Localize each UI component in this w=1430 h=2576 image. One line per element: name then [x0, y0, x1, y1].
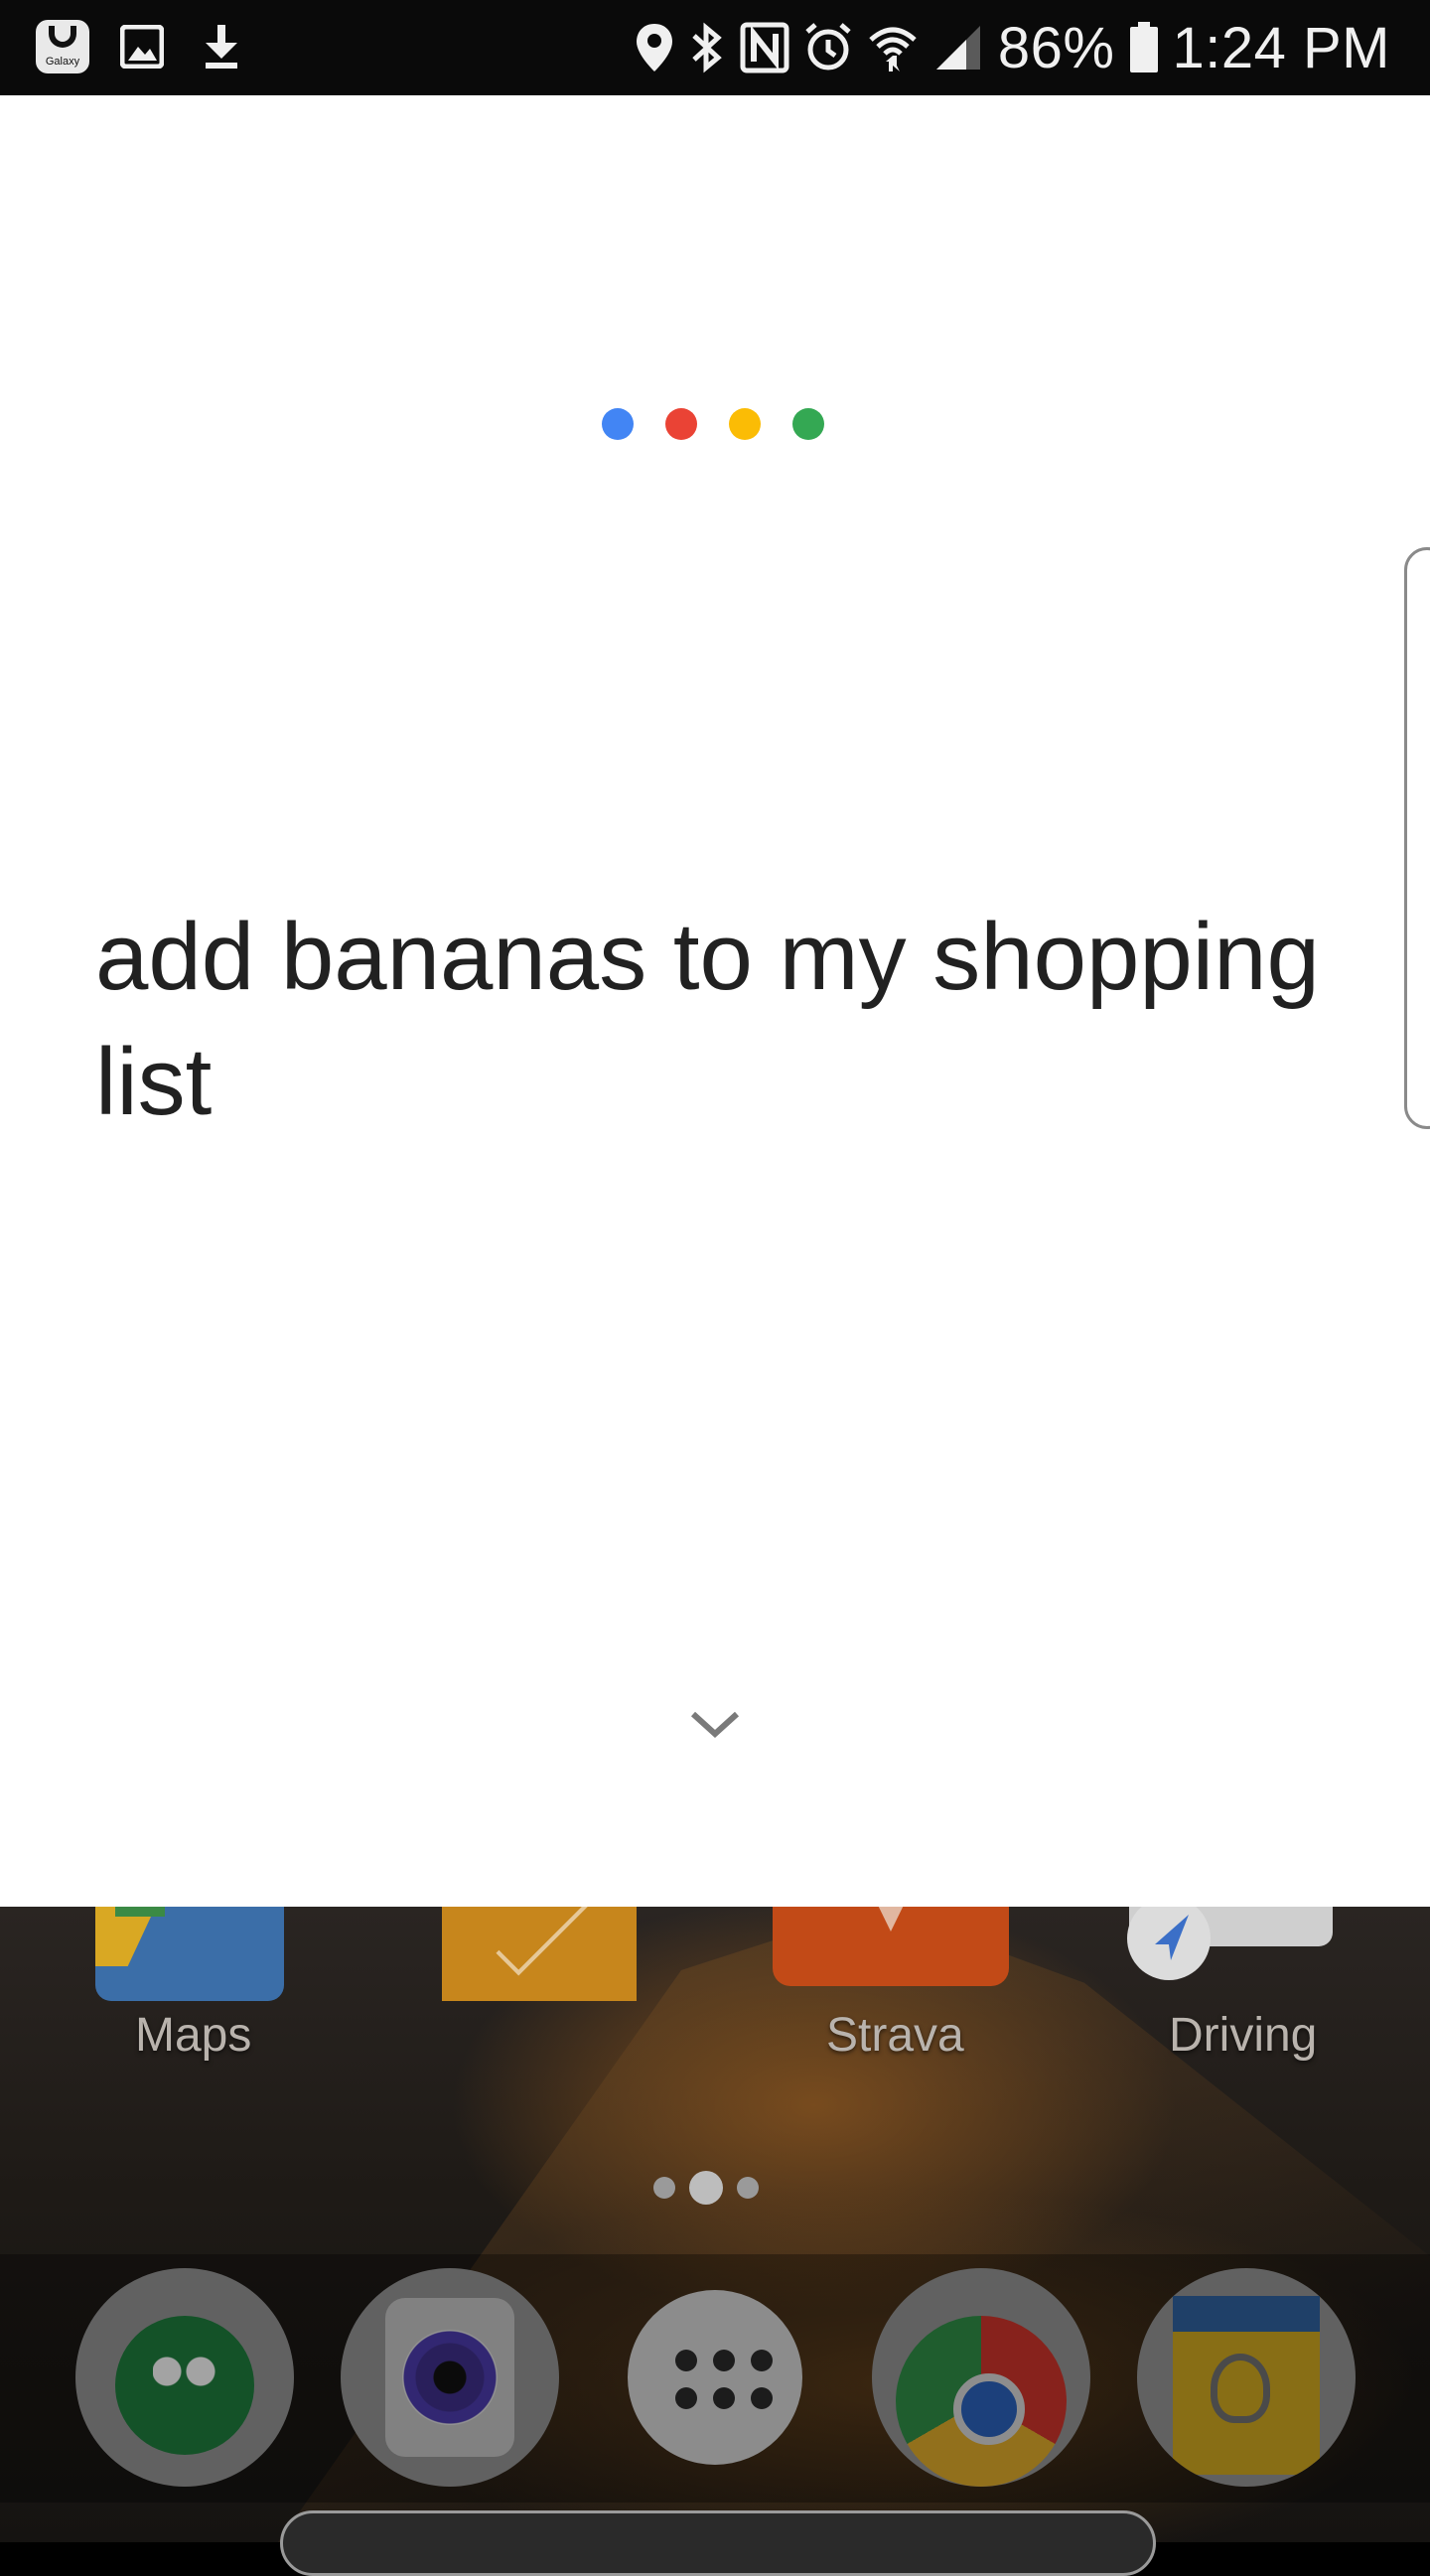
app-label-strava[interactable]: Strava — [826, 2008, 964, 2063]
chrome-icon[interactable] — [872, 2268, 1090, 2487]
app-label-maps[interactable]: Maps — [135, 2008, 251, 2063]
assistant-panel: add bananas to my shopping list — [0, 95, 1430, 1907]
app-row: Maps Strava Driving — [0, 1907, 1430, 2105]
app-label-driving[interactable]: Driving — [1169, 2008, 1317, 2063]
bluetooth-icon — [692, 22, 722, 73]
chevron-down-icon[interactable] — [685, 1704, 745, 1744]
battery-percentage: 86% — [997, 15, 1115, 80]
email-app-icon[interactable] — [442, 1907, 637, 2001]
battery-icon — [1129, 22, 1158, 72]
assistant-dots — [602, 408, 824, 440]
signal-icon — [935, 26, 980, 70]
strava-app-icon[interactable] — [773, 1907, 1009, 1986]
app-dock — [0, 2254, 1430, 2503]
assistant-dot-red — [665, 408, 697, 440]
status-bar: Galaxy 86% 1:24 PM — [0, 0, 1430, 95]
navigation-arrow-icon — [1127, 1907, 1211, 1980]
system-status: 86% 1:24 PM — [635, 10, 1390, 85]
keep-icon[interactable] — [1137, 2268, 1356, 2487]
spoken-query-text: add bananas to my shopping list — [95, 904, 1320, 1135]
apps-drawer-icon[interactable] — [628, 2290, 802, 2465]
clock: 1:24 PM — [1172, 15, 1390, 80]
assistant-dot-blue — [602, 408, 634, 440]
notification-area: Galaxy — [34, 18, 250, 75]
edge-panel-handle[interactable] — [1404, 547, 1430, 1129]
camera-icon[interactable] — [341, 2268, 559, 2487]
assistant-dot-yellow — [729, 408, 761, 440]
page-indicator — [653, 2171, 759, 2205]
galaxy-store-icon: Galaxy — [34, 18, 91, 75]
bottom-sheet-edge — [280, 2510, 1156, 2576]
alarm-icon — [805, 23, 851, 71]
page-dot — [737, 2177, 759, 2199]
page-dot — [653, 2177, 675, 2199]
galaxy-badge-text: Galaxy — [45, 56, 80, 68]
location-icon — [636, 24, 672, 72]
maps-app-icon[interactable] — [95, 1907, 284, 2001]
page-dot-active — [689, 2171, 723, 2205]
download-icon — [193, 18, 250, 75]
wifi-icon — [869, 27, 917, 72]
assistant-dot-green — [792, 408, 824, 440]
hangouts-icon[interactable] — [75, 2268, 294, 2487]
nfc-icon — [740, 22, 789, 73]
gallery-icon — [113, 18, 171, 75]
